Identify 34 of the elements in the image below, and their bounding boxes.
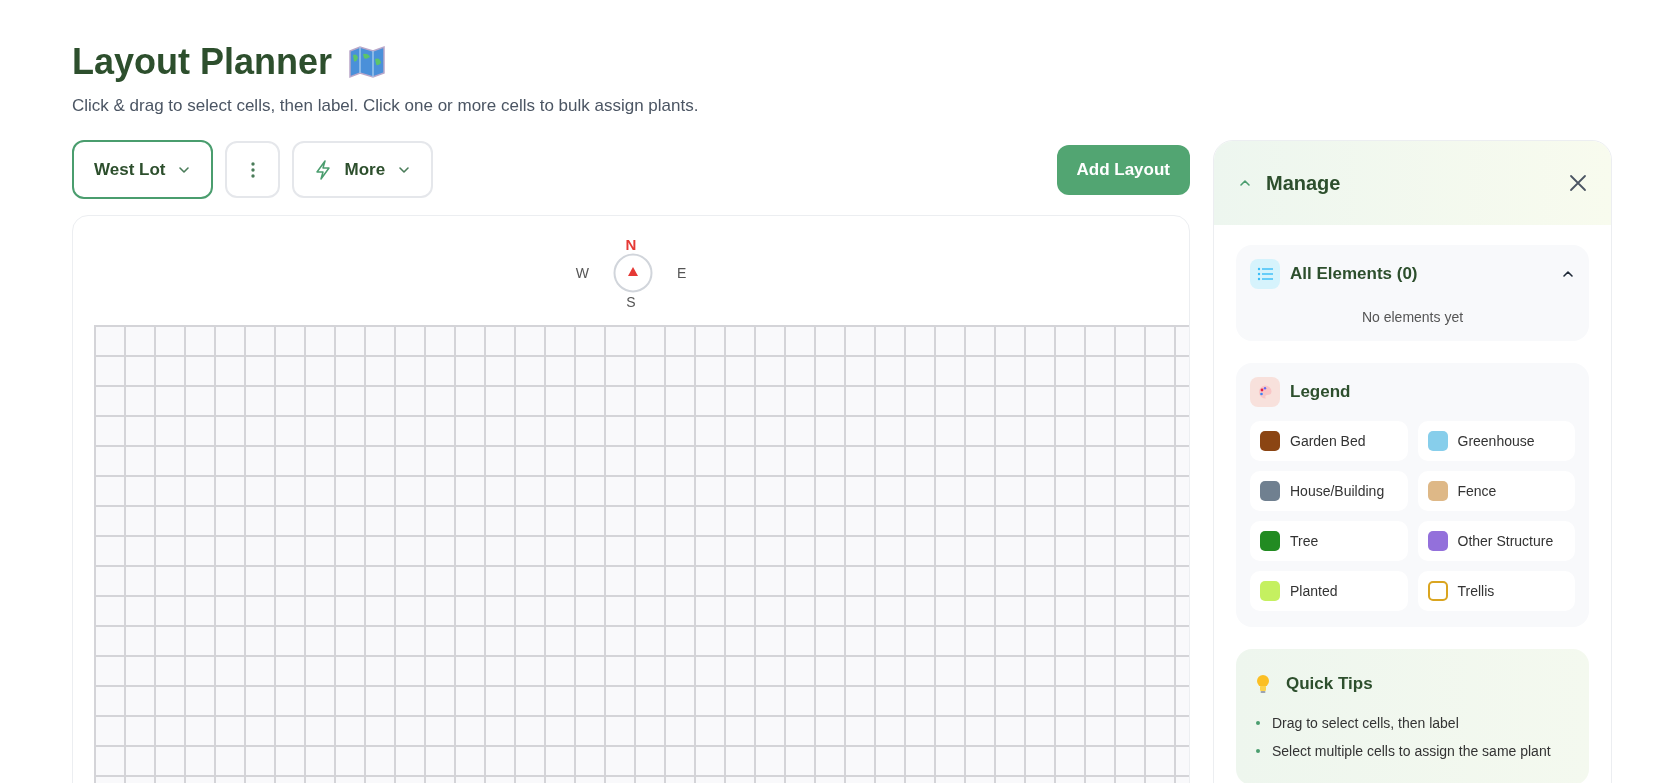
legend-label: House/Building: [1290, 483, 1385, 499]
compass-west-label: W: [575, 265, 589, 281]
close-button[interactable]: [1569, 174, 1587, 192]
bullet-icon: [1256, 749, 1260, 753]
compass-south-label: S: [626, 293, 636, 311]
tip-text: Select multiple cells to assign the same plant: [1272, 743, 1551, 759]
lightbulb-icon: [1256, 674, 1270, 694]
bullet-icon: [1256, 721, 1260, 725]
section-title: Legend: [1290, 382, 1351, 402]
tip-text: Drag to select cells, then label: [1272, 715, 1459, 731]
legend-label: Greenhouse: [1457, 433, 1535, 449]
close-icon: [1569, 174, 1587, 192]
section-title: All Elements (0): [1290, 264, 1418, 284]
compass-east-label: E: [676, 265, 687, 281]
panel-title: Manage: [1266, 171, 1341, 195]
page-title: Layout Planner: [72, 40, 333, 84]
palette-icon: [1250, 377, 1280, 407]
section-title: Quick Tips: [1286, 674, 1373, 694]
list-icon: [1250, 259, 1280, 289]
legend-label: Garden Bed: [1290, 433, 1366, 449]
legend-label: Planted: [1290, 583, 1338, 599]
lightning-icon: [314, 159, 333, 180]
empty-message: No elements yet: [1360, 309, 1465, 325]
map-icon: [348, 45, 387, 79]
legend-label: Other Structure: [1457, 533, 1554, 549]
more-button[interactable]: More: [292, 141, 434, 198]
compass-north-label: N: [625, 237, 637, 253]
compass-icon: [612, 253, 653, 293]
legend-label: Trellis: [1457, 583, 1495, 599]
layout-select[interactable]: West Lot: [72, 140, 214, 199]
legend-label: Fence: [1457, 483, 1497, 499]
kebab-menu-icon: [250, 161, 255, 178]
legend-label: Tree: [1290, 533, 1319, 549]
page-subtitle: Click & drag to select cells, then label. Click one or more cells to bulk assign plants.: [72, 96, 700, 116]
